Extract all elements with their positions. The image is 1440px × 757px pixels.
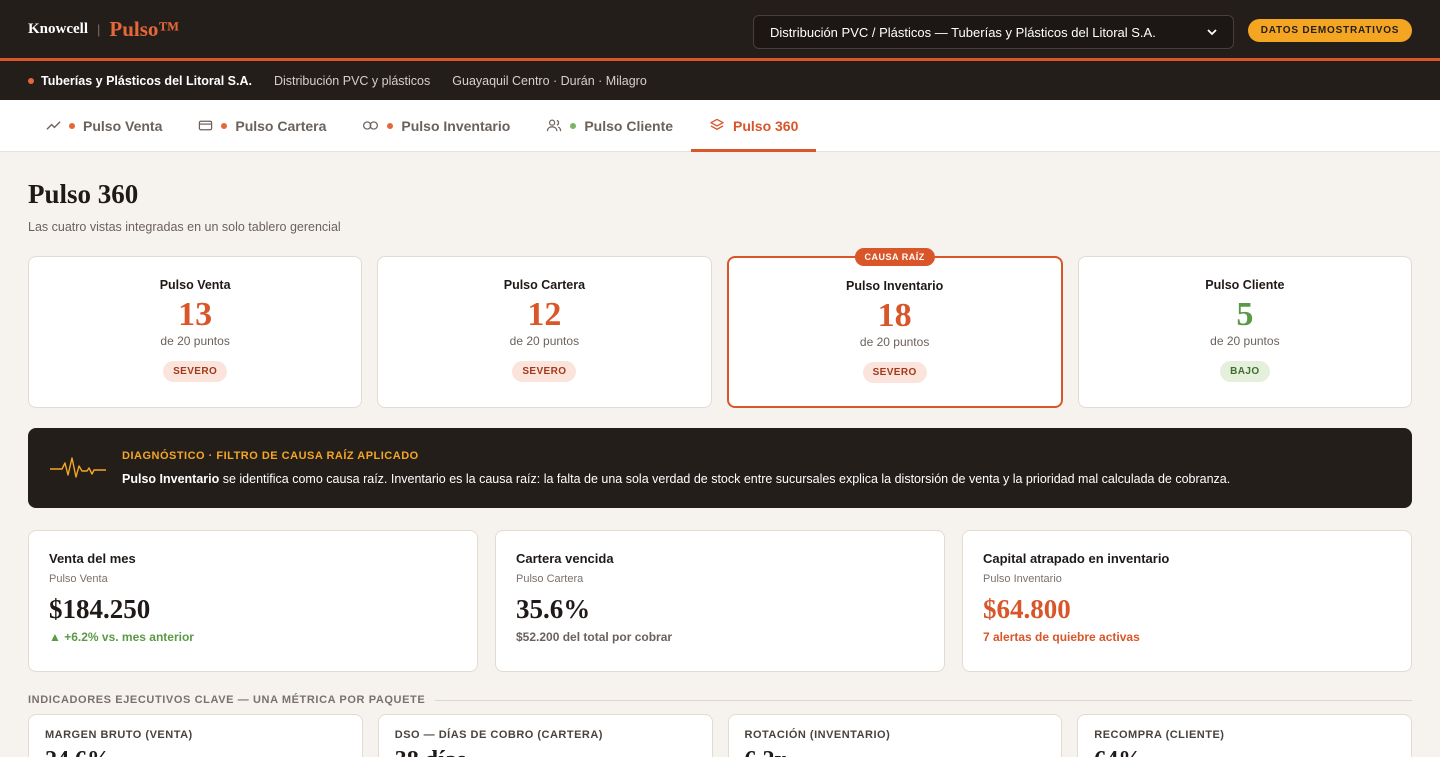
kpi-value: $184.250 <box>49 594 151 624</box>
score-card-cartera[interactable]: Pulso Cartera 12 de 20 puntos SEVERO <box>377 256 712 408</box>
score-name: Pulso Inventario <box>846 279 944 293</box>
kpi-value: $64.800 <box>983 594 1071 624</box>
company-name: Tuberías y Plásticos del Litoral S.A. <box>28 74 252 88</box>
page-title: Pulso 360 <box>28 179 139 209</box>
top-bar: Knowcell | Pulso™ Distribución PVC / Plá… <box>0 0 1440 61</box>
kpi-trend: ▲ +6.2% vs. mes anterior <box>49 629 194 644</box>
score-name: Pulso Venta <box>159 278 231 292</box>
kpi-card-inventario[interactable]: Capital atrapado en inventario Pulso Inv… <box>962 530 1412 672</box>
chevron-down-icon <box>1207 28 1217 35</box>
kpi-alert: 7 alertas de quiebre activas <box>983 629 1140 644</box>
tab-pulso-cartera[interactable]: Pulso Cartera <box>180 100 344 151</box>
exec-metric-label: MARGEN BRUTO (VENTA) <box>45 729 193 741</box>
exec-metric-card[interactable]: MARGEN BRUTO (VENTA) 24.6% <box>28 714 363 757</box>
company-sector: Distribución PVC y plásticos <box>273 73 431 88</box>
exec-metric-value: 38 días <box>395 747 696 757</box>
status-badge: SEVERO <box>862 362 927 383</box>
brand-product: Pulso™ <box>109 16 180 41</box>
module-tabs: Pulso Venta Pulso Cartera Pulso Inventar… <box>0 100 1440 152</box>
score-name: Pulso Cliente <box>1205 278 1285 292</box>
tab-label: Pulso 360 <box>733 117 799 134</box>
company-info-bar: Tuberías y Plásticos del Litoral S.A. Di… <box>0 61 1440 100</box>
kpi-source: Pulso Inventario <box>983 573 1062 585</box>
diagnosis-panel: DIAGNÓSTICO · FILTRO DE CAUSA RAÍZ APLIC… <box>28 428 1412 508</box>
kpi-note: $52.200 del total por cobrar <box>516 629 673 644</box>
company-locations: Guayaquil Centro · Durán · Milagro <box>452 73 647 88</box>
exec-metric-card[interactable]: RECOMPRA (CLIENTE) 64% <box>1077 714 1412 757</box>
kpi-source: Pulso Venta <box>49 573 108 585</box>
demo-data-badge: DATOS DEMOSTRATIVOS <box>1248 19 1412 42</box>
exec-section-header: INDICADORES EJECUTIVOS CLAVE — UNA MÉTRI… <box>28 694 1412 706</box>
root-cause-tag: CAUSA RAÍZ <box>854 248 935 266</box>
tab-pulso-360[interactable]: Pulso 360 <box>691 100 817 152</box>
score-value: 5 <box>1236 296 1254 333</box>
tab-pulso-venta[interactable]: Pulso Venta <box>28 100 180 151</box>
exec-metrics: MARGEN BRUTO (VENTA) 24.6% DSO — DÍAS DE… <box>28 714 1412 757</box>
score-name: Pulso Cartera <box>503 278 586 292</box>
diagnosis-body: se identifica como causa raíz. Inventari… <box>219 472 1231 486</box>
divider <box>435 699 1412 701</box>
status-badge: SEVERO <box>512 361 577 382</box>
organization-select-value: Distribución PVC / Plásticos — Tuberías … <box>770 24 1156 40</box>
page-subtitle: Las cuatro vistas integradas en un solo … <box>28 220 341 234</box>
kpi-card-venta[interactable]: Venta del mes Pulso Venta $184.250 ▲ +6.… <box>28 530 478 672</box>
tab-pulso-inventario[interactable]: Pulso Inventario <box>344 100 528 151</box>
score-card-venta[interactable]: Pulso Venta 13 de 20 puntos SEVERO <box>28 256 363 408</box>
score-value: 12 <box>527 296 562 333</box>
tab-label: Pulso Venta <box>83 117 163 134</box>
tab-status-dot <box>387 122 394 129</box>
main-content: Pulso 360 Las cuatro vistas integradas e… <box>0 179 1440 757</box>
section-title: INDICADORES EJECUTIVOS CLAVE — UNA MÉTRI… <box>28 694 426 706</box>
tab-status-dot <box>69 122 75 129</box>
trend-icon <box>46 121 61 130</box>
exec-metric-label: DSO — DÍAS DE COBRO (CARTERA) <box>394 729 603 741</box>
diagnosis-text: Pulso Inventario se identifica como caus… <box>122 472 1230 486</box>
brand-separator: | <box>97 21 101 37</box>
score-scale: de 20 puntos <box>509 334 580 348</box>
score-card-inventario[interactable]: CAUSA RAÍZ Pulso Inventario 18 de 20 pun… <box>726 248 1063 408</box>
tab-label: Pulso Cartera <box>235 117 327 134</box>
score-scale: de 20 puntos <box>859 335 930 349</box>
wallet-icon <box>199 120 213 131</box>
status-dot <box>28 78 34 85</box>
kpi-source: Pulso Cartera <box>516 573 584 585</box>
status-badge: BAJO <box>1220 361 1270 382</box>
score-scale: de 20 puntos <box>1210 334 1280 348</box>
diagnosis-content: DIAGNÓSTICO · FILTRO DE CAUSA RAÍZ APLIC… <box>122 450 1230 486</box>
exec-metric-value: 6.2x <box>745 747 1046 757</box>
kpi-cards: Venta del mes Pulso Venta $184.250 ▲ +6.… <box>28 530 1412 672</box>
score-card-cliente[interactable]: Pulso Cliente 5 de 20 puntos BAJO <box>1077 256 1412 408</box>
kpi-title: Venta del mes <box>49 551 136 566</box>
exec-metric-label: RECOMPRA (CLIENTE) <box>1094 729 1225 741</box>
score-value: 13 <box>178 296 213 333</box>
infinity-icon <box>363 121 379 130</box>
diagnosis-highlight: Pulso Inventario <box>122 472 220 486</box>
layers-icon <box>710 118 724 130</box>
tab-label: Pulso Cliente <box>584 117 674 134</box>
tab-pulso-cliente[interactable]: Pulso Cliente <box>528 100 691 151</box>
tab-status-dot <box>221 122 228 129</box>
kpi-title: Capital atrapado en inventario <box>983 551 1170 566</box>
score-cards: Pulso Venta 13 de 20 puntos SEVERO Pulso… <box>28 248 1412 408</box>
exec-metric-card[interactable]: ROTACIÓN (INVENTARIO) 6.2x <box>727 714 1063 757</box>
kpi-card-cartera[interactable]: Cartera vencida Pulso Cartera 35.6% $52.… <box>495 530 945 672</box>
exec-metric-card[interactable]: DSO — DÍAS DE COBRO (CARTERA) 38 días <box>377 714 713 757</box>
exec-metric-value: 64% <box>1094 747 1395 757</box>
exec-metric-label: ROTACIÓN (INVENTARIO) <box>744 729 891 741</box>
score-value: 18 <box>877 297 912 334</box>
status-badge: SEVERO <box>163 361 228 382</box>
exec-metric-value: 24.6% <box>45 747 346 757</box>
pulse-icon <box>50 457 106 478</box>
brand-company: Knowcell <box>28 20 88 37</box>
tab-status-dot <box>570 122 577 129</box>
kpi-value: 35.6% <box>516 594 591 624</box>
organization-select[interactable]: Distribución PVC / Plásticos — Tuberías … <box>753 15 1234 49</box>
kpi-title: Cartera vencida <box>516 551 614 566</box>
brand-logo[interactable]: Knowcell | Pulso™ <box>28 17 179 42</box>
score-scale: de 20 puntos <box>160 334 230 348</box>
users-icon <box>547 119 562 132</box>
diagnosis-title: DIAGNÓSTICO · FILTRO DE CAUSA RAÍZ APLIC… <box>122 450 419 462</box>
tab-label: Pulso Inventario <box>401 117 511 134</box>
